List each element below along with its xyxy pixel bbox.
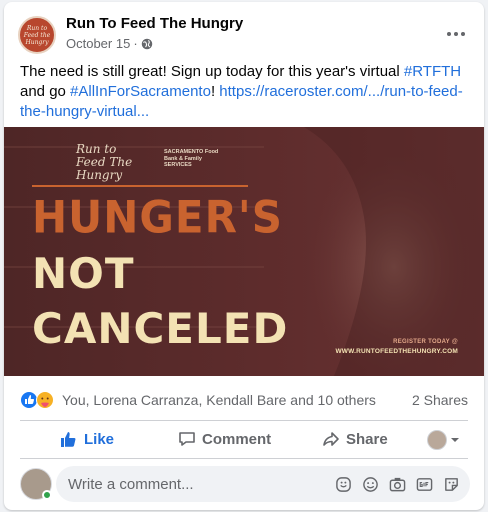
gif-icon[interactable] — [415, 475, 433, 493]
more-dot-icon — [454, 32, 458, 36]
comment-icon — [179, 432, 195, 446]
post-date[interactable]: October 15 — [66, 36, 130, 51]
more-dot-icon — [461, 32, 465, 36]
post-header: Run to Feed the Hungry Run To Feed The H… — [4, 2, 484, 58]
more-options-button[interactable] — [442, 20, 470, 48]
share-icon — [323, 432, 339, 446]
meta-separator: · — [133, 36, 138, 51]
hashtag-link-rtfth[interactable]: #RTFTH — [404, 63, 461, 80]
page-avatar-text: Run to Feed the Hungry — [23, 24, 51, 46]
globe-icon[interactable] — [141, 38, 153, 50]
care-reaction-icon — [36, 391, 54, 409]
comment-label: Comment — [202, 430, 272, 448]
hashtag-link-allinforsacramento[interactable]: #AllInForSacramento — [70, 83, 211, 100]
react-as-selector[interactable] — [427, 430, 460, 450]
comment-input[interactable] — [68, 466, 318, 502]
post-text-segment: The need is still great! Sign up today f… — [20, 63, 404, 80]
chevron-down-icon — [451, 438, 459, 442]
share-button[interactable]: Share — [322, 424, 388, 454]
like-label: Like — [84, 430, 115, 448]
like-button[interactable]: Like — [60, 424, 114, 454]
divider — [20, 458, 468, 459]
sacramento-food-bank-logo: SACRAMENTO Food Bank & Family SERVICES — [164, 149, 219, 168]
post-text-segment: and go — [20, 83, 71, 100]
share-count[interactable]: 2 Shares — [412, 392, 468, 408]
profile-avatar — [427, 430, 447, 450]
run-to-feed-logo: Run to Feed The Hungry — [76, 142, 133, 182]
comment-tools — [334, 475, 460, 493]
post-card: Run to Feed the Hungry Run To Feed The H… — [4, 2, 484, 510]
reactions-bar: You, Lorena Carranza, Kendall Bare and 1… — [4, 384, 484, 414]
post-meta: October 15 · — [66, 36, 153, 51]
website-label: WWW.RUNTOFEEDTHEHUNGRY.COM — [335, 348, 458, 355]
divider — [20, 420, 468, 421]
page-name-link[interactable]: Run To Feed The Hungry — [66, 15, 243, 32]
headline-divider — [32, 185, 248, 187]
emoji-icon[interactable] — [361, 475, 379, 493]
headline-line-1: HUNGER'S — [32, 191, 284, 244]
comment-button[interactable]: Comment — [178, 424, 271, 454]
register-label: REGISTER TODAY @ — [393, 339, 458, 345]
headline-line-2: NOT — [32, 249, 135, 298]
online-status-indicator — [42, 490, 52, 500]
comment-composer — [56, 466, 470, 502]
reaction-names[interactable]: You, Lorena Carranza, Kendall Bare and 1… — [62, 392, 376, 408]
thumbs-up-icon — [61, 432, 76, 447]
action-bar: Like Comment Share — [4, 422, 484, 456]
more-dot-icon — [447, 32, 451, 36]
post-text: The need is still great! Sign up today f… — [20, 62, 472, 122]
headline-line-3: CANCELED — [32, 304, 289, 353]
like-reaction-icon — [20, 391, 38, 409]
camera-icon[interactable] — [388, 475, 406, 493]
avatar-sticker-icon[interactable] — [442, 475, 460, 493]
sticker-icon[interactable] — [334, 475, 352, 493]
reaction-icons[interactable] — [20, 391, 56, 409]
post-image[interactable]: Run to Feed The Hungry SACRAMENTO Food B… — [4, 127, 484, 376]
page-avatar[interactable]: Run to Feed the Hungry — [18, 16, 56, 54]
share-label: Share — [346, 430, 388, 448]
